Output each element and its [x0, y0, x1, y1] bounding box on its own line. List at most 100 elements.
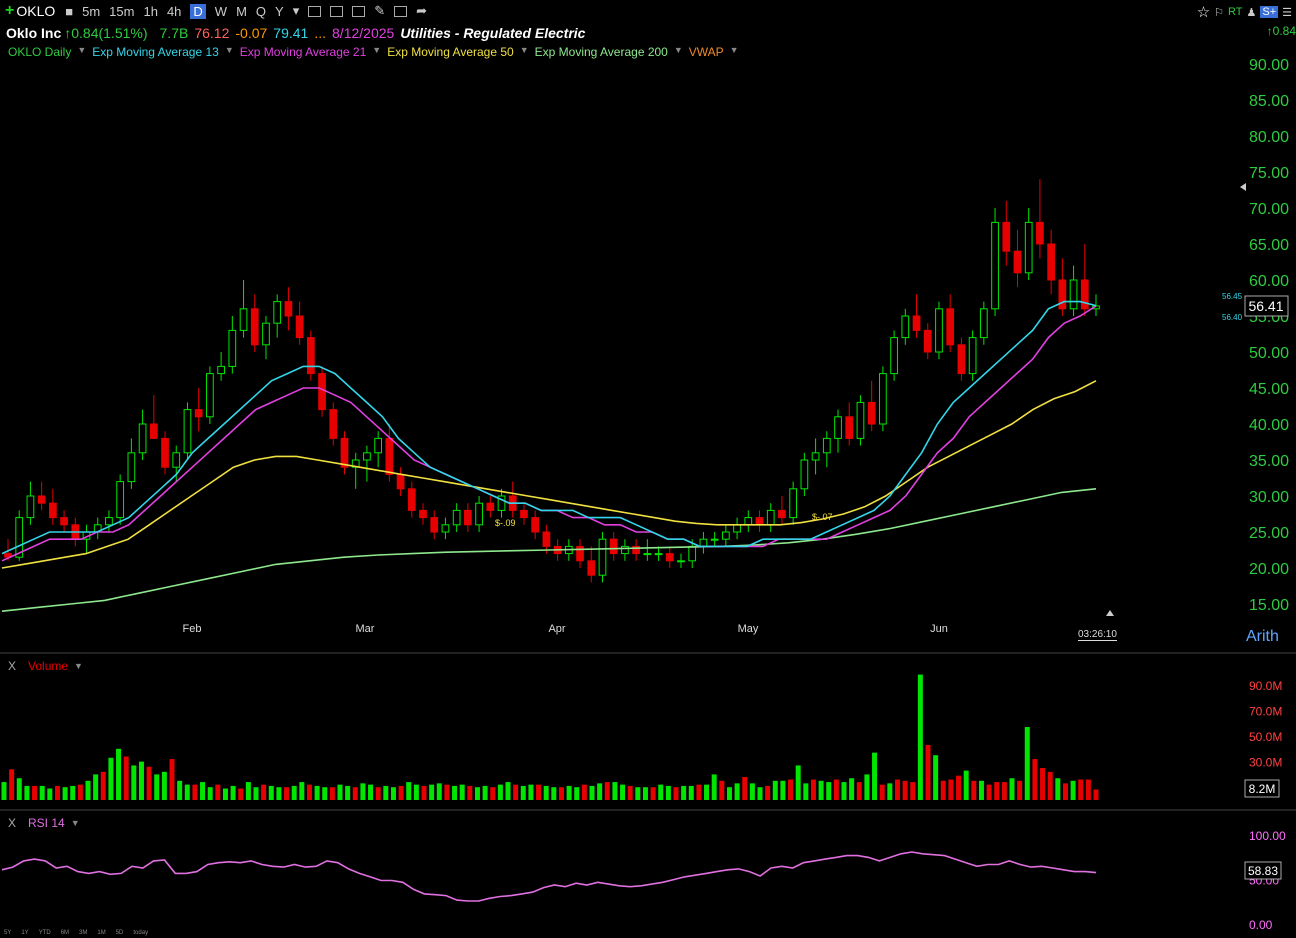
volume-bar [47, 788, 53, 800]
volume-bar [917, 674, 923, 800]
range-3m[interactable]: 3M [79, 930, 87, 936]
range-1y[interactable]: 1Y [21, 930, 28, 936]
volume-bar [154, 774, 160, 800]
volume-bar [39, 785, 45, 800]
volume-bar [1062, 783, 1068, 800]
candle-up [789, 488, 798, 519]
volume-tick: 90.0M [1249, 679, 1282, 693]
range-5d[interactable]: 5D [116, 930, 124, 936]
volume-bar [795, 765, 801, 800]
volume-bar [184, 784, 190, 800]
volume-bar [429, 784, 435, 800]
candle-down [385, 437, 394, 475]
chart-canvas[interactable]: 90.0085.0080.0075.0070.0065.0060.0055.00… [0, 0, 1296, 938]
dropdown-icon[interactable]: ▼ [71, 818, 80, 828]
volume-bar [956, 775, 962, 800]
volume-bar [467, 785, 473, 800]
volume-bar [1040, 768, 1046, 800]
candle-up [452, 509, 461, 526]
candle-up [475, 502, 483, 526]
candle-down [396, 473, 405, 490]
range-5y[interactable]: 5Y [4, 930, 11, 936]
candle-down [531, 517, 540, 533]
volume-bar [940, 780, 946, 800]
candle-down [587, 560, 596, 576]
candle-down [755, 517, 764, 526]
candle-up [654, 553, 663, 556]
volume-bar [1085, 779, 1091, 800]
scale-button[interactable]: Arith [1246, 628, 1279, 646]
volume-bar [482, 785, 488, 800]
volume-bar [902, 780, 908, 800]
range-ytd[interactable]: YTD [39, 930, 51, 936]
candle-up [733, 524, 741, 533]
candle-down [340, 437, 349, 468]
candle-down [37, 495, 46, 504]
volume-bar [360, 783, 366, 800]
candle-up [374, 437, 383, 454]
volume-bar [474, 787, 480, 800]
candle-up [968, 337, 977, 375]
close-icon[interactable]: X [8, 816, 16, 830]
candle-up [26, 495, 35, 519]
volume-bar [421, 785, 427, 800]
month-label: Feb [183, 623, 202, 635]
candle-up [598, 538, 607, 576]
range-6m[interactable]: 6M [61, 930, 69, 936]
ema13-label: 56.45 [1222, 292, 1243, 301]
volume-bar [329, 787, 335, 800]
volume-bar [85, 780, 91, 800]
volume-bar [398, 785, 404, 800]
volume-bar [635, 787, 641, 800]
volume-bar [963, 770, 969, 800]
volume-bar [261, 784, 267, 800]
volume-bar [513, 784, 519, 800]
volume-bar [93, 774, 99, 800]
volume-bar [841, 782, 847, 800]
volume-bar [933, 755, 939, 800]
volume-bar [887, 783, 893, 800]
volume-bar [375, 787, 381, 800]
candle-down [1036, 221, 1044, 245]
volume-bar [1055, 778, 1061, 800]
candle-down [318, 373, 326, 411]
candle-down [1013, 250, 1022, 274]
volume-bar [1009, 778, 1015, 800]
rsi-label[interactable]: RSI 14 [28, 816, 65, 830]
candle-up [1024, 221, 1033, 274]
time-readout: 03:26:10 [1078, 629, 1117, 641]
price-tick: 75.00 [1249, 165, 1289, 182]
volume-label[interactable]: Volume [28, 659, 68, 673]
volume-bar [719, 780, 725, 800]
rsi-tick: 100.00 [1249, 829, 1286, 843]
volume-bar [925, 744, 931, 800]
volume-tick: 30.0M [1249, 756, 1282, 770]
volume-bar [345, 785, 351, 800]
volume-bar [54, 785, 60, 800]
candle-up [721, 531, 730, 540]
price-tick: 65.00 [1249, 237, 1289, 254]
price-tick: 40.00 [1249, 417, 1289, 434]
volume-bar [948, 779, 954, 800]
range-today[interactable]: today [133, 930, 148, 936]
close-icon[interactable]: X [8, 659, 16, 673]
volume-bar [772, 780, 778, 800]
month-label: Apr [548, 623, 565, 635]
candle-up [228, 329, 237, 367]
volume-bar [284, 787, 290, 800]
volume-bar [574, 787, 580, 800]
candle-up [710, 538, 719, 541]
volume-bar [604, 782, 610, 800]
volume-bar [749, 783, 755, 800]
candle-up [766, 509, 775, 526]
candle-down [923, 329, 932, 353]
price-tick: 50.00 [1249, 345, 1289, 362]
volume-bar [314, 785, 320, 800]
volume-bar [818, 780, 824, 800]
range-1m[interactable]: 1M [97, 930, 105, 936]
candle-down [464, 509, 472, 526]
dropdown-icon[interactable]: ▼ [74, 661, 83, 671]
volume-bar [879, 784, 885, 800]
volume-bar [826, 782, 832, 800]
volume-bar [864, 774, 870, 800]
